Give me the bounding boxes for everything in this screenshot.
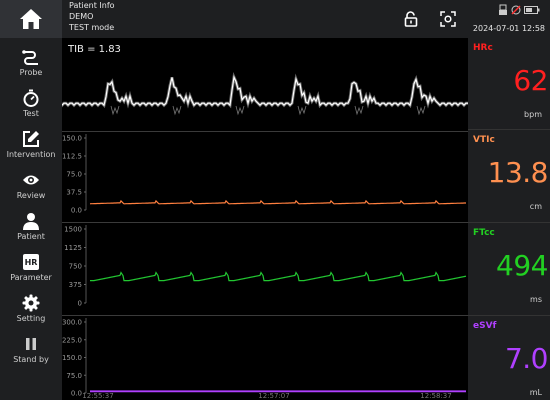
param-hrc[interactable]: HRc 62 bpm xyxy=(468,38,550,128)
y-tick-label: 75.0 xyxy=(66,372,82,380)
main-display: TIB = 1.83 150.0 112.5 75.0 37.5 0.0 1500 1125… xyxy=(62,38,468,400)
y-tick-label: 375 xyxy=(69,281,82,289)
y-tick-label: 150.0 xyxy=(62,135,82,143)
param-value: 13.8 xyxy=(487,156,549,189)
y-tick-label: 0 xyxy=(78,300,82,308)
home-button[interactable] xyxy=(0,0,62,38)
y-tick-label: 0.0 xyxy=(71,207,82,215)
sidebar-item-label: Review xyxy=(16,191,46,200)
divider xyxy=(62,222,468,223)
eye-icon xyxy=(22,171,40,189)
y-tick-label: 75.0 xyxy=(66,171,82,179)
y-tick-label: 37.5 xyxy=(66,189,82,197)
sidebar-item-label: Parameter xyxy=(10,273,52,282)
param-vtic[interactable]: VTIc 13.8 cm xyxy=(468,130,550,220)
param-unit: bpm xyxy=(524,110,542,119)
pause-icon xyxy=(22,335,40,353)
status-icons xyxy=(498,4,540,16)
doppler-reverse-flow xyxy=(110,105,120,116)
param-name: eSVf xyxy=(473,321,497,331)
tib-label: TIB = 1.83 xyxy=(67,44,121,55)
param-value: 494 xyxy=(496,249,548,282)
param-name: VTIc xyxy=(473,135,495,145)
sidebar-item-standby[interactable]: Stand by xyxy=(0,331,62,371)
param-name: HRc xyxy=(473,43,493,53)
param-unit: ms xyxy=(530,295,542,304)
y-tick-label: 1125 xyxy=(64,244,82,252)
stopwatch-icon xyxy=(22,89,40,107)
patient-name: DEMO xyxy=(69,12,94,21)
sidebar-item-label: Patient xyxy=(17,232,45,241)
trend-charts: 150.0 112.5 75.0 37.5 0.0 1500 1125 750 375 0 300.… xyxy=(62,134,467,400)
y-tick-label: 112.5 xyxy=(62,153,82,161)
unlock-icon xyxy=(404,11,418,27)
trend-line-ft xyxy=(90,271,467,282)
sidebar-item-label: Setting xyxy=(16,314,46,323)
sidebar-item-probe[interactable]: Probe xyxy=(0,44,62,84)
time-tick-label: 12:55:37 xyxy=(82,392,113,400)
param-value: 7.0 xyxy=(504,342,549,375)
doppler-reverse-flow xyxy=(172,105,182,116)
param-ftcc[interactable]: FTcc 494 ms xyxy=(468,223,550,313)
param-unit: cm xyxy=(529,202,542,211)
sidebar-item-label: Probe xyxy=(19,68,43,77)
sidebar-item-parameter[interactable]: HR Parameter xyxy=(0,249,62,289)
probe-icon xyxy=(22,48,40,66)
gear-icon xyxy=(22,294,40,312)
home-icon xyxy=(20,9,42,29)
doppler-reverse-flow xyxy=(354,105,364,116)
sidebar-item-label: Test xyxy=(23,109,39,118)
sidebar-item-test[interactable]: Test xyxy=(0,85,62,125)
doppler-waveform: TIB = 1.83 xyxy=(62,44,468,116)
y-tick-label: 1500 xyxy=(64,226,82,234)
y-tick-label: 150.0 xyxy=(62,354,82,362)
hr-icon: HR xyxy=(22,253,40,271)
param-unit: mL xyxy=(529,388,542,397)
time-tick-label: 12:58:37 xyxy=(420,392,451,400)
screenshot-icon xyxy=(440,11,456,27)
sidebar-item-setting[interactable]: Setting xyxy=(0,290,62,330)
y-tick-label: 225.0 xyxy=(62,336,82,344)
sidebar-item-label: Intervention xyxy=(6,150,56,159)
parameter-panel: HRc 62 bpm VTIc 13.8 cm FTcc 494 ms eSVf… xyxy=(468,38,550,400)
screenshot-button[interactable] xyxy=(437,8,459,30)
sidebar-item-review[interactable]: Review xyxy=(0,167,62,207)
sidebar: Probe Test Intervention Review Patient H… xyxy=(0,38,62,400)
divider xyxy=(62,315,468,316)
unlock-button[interactable] xyxy=(400,8,422,30)
doppler-reverse-flow xyxy=(235,105,245,116)
network-icon xyxy=(511,5,521,15)
param-value: 62 xyxy=(513,64,548,97)
patient-info-label: Patient Info xyxy=(69,1,115,10)
y-tick-label: 300.0 xyxy=(62,319,82,327)
doppler-spectrum xyxy=(62,71,468,109)
time-tick-label: 12:57:07 xyxy=(258,392,289,400)
y-tick-label: 0.0 xyxy=(71,390,82,398)
top-bar: Patient Info DEMO TEST mode 2024-07-01 1… xyxy=(0,0,550,38)
param-name: FTcc xyxy=(473,228,495,238)
y-tick-label: 750 xyxy=(69,263,82,271)
param-esvf[interactable]: eSVf 7.0 mL xyxy=(468,316,550,400)
sidebar-item-intervention[interactable]: Intervention xyxy=(0,126,62,166)
battery-icon xyxy=(524,6,540,14)
person-icon xyxy=(22,212,40,230)
trend-line-vti xyxy=(89,199,466,205)
doppler-reverse-flow xyxy=(297,105,307,116)
sidebar-item-label: Stand by xyxy=(13,355,49,364)
mode-label: TEST mode xyxy=(69,23,115,32)
datetime: 2024-07-01 12:58 xyxy=(472,24,545,33)
sidebar-item-patient[interactable]: Patient xyxy=(0,208,62,248)
hr-badge-label: HR xyxy=(24,257,38,267)
doppler-reverse-flow xyxy=(416,105,426,116)
patient-info[interactable]: Patient Info DEMO TEST mode xyxy=(69,0,115,33)
usb-icon xyxy=(499,4,507,15)
edit-icon xyxy=(22,130,40,148)
